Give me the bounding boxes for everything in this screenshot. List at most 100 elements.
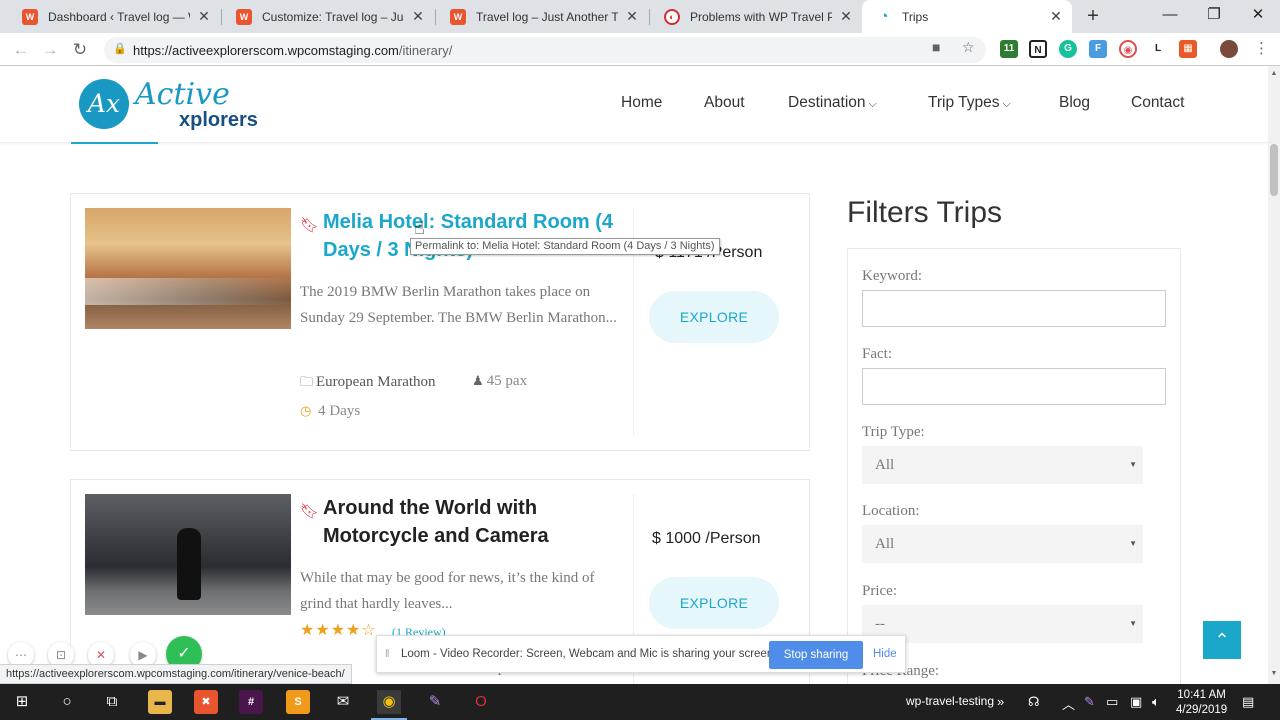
caret-down-icon: ▼ bbox=[1129, 539, 1137, 548]
pen-app-icon[interactable]: ✎ bbox=[423, 690, 447, 714]
battery-icon[interactable]: ▭ bbox=[1106, 694, 1118, 710]
trip-type-select[interactable]: All ▼ bbox=[862, 446, 1143, 484]
chevron-icon[interactable]: » bbox=[997, 694, 1004, 709]
chevron-down-icon: ⌵ bbox=[868, 98, 877, 110]
nav-label: Destination bbox=[788, 94, 866, 111]
menu-icon[interactable]: ⋮ bbox=[1254, 39, 1269, 57]
drag-handle-icon[interactable]: ‖ bbox=[385, 648, 390, 660]
extension-icon[interactable]: F bbox=[1089, 40, 1107, 58]
people-icon[interactable]: ☊ bbox=[1028, 694, 1040, 710]
clock-icon: ◷ bbox=[300, 403, 312, 418]
nav-blog[interactable]: Blog bbox=[1059, 94, 1090, 116]
trip-title-link[interactable]: Around the World with Motorcycle and Cam… bbox=[323, 494, 643, 550]
windows-start-icon[interactable]: ⊞ bbox=[10, 690, 34, 714]
site-header: Ax Active xplorers Home About Destinatio… bbox=[0, 66, 1268, 143]
taskbar-app-label[interactable]: wp-travel-testing bbox=[906, 694, 994, 708]
mail-icon[interactable]: ✉ bbox=[331, 690, 355, 714]
slack-icon[interactable]: # bbox=[239, 690, 263, 714]
site-logo[interactable]: Ax Active xplorers bbox=[79, 77, 269, 135]
trip-description: While that may be good for news, it’s th… bbox=[300, 570, 595, 612]
address-bar[interactable]: 🔒 https://activeexplorerscom.wpcomstagin… bbox=[104, 37, 986, 63]
trip-pax: ♟ 45 pax bbox=[472, 373, 527, 390]
keyword-input[interactable] bbox=[862, 290, 1166, 327]
trip-thumbnail[interactable] bbox=[85, 208, 291, 329]
tab-title: Trips bbox=[902, 9, 929, 24]
nav-destination[interactable]: Destination ⌵ bbox=[788, 94, 877, 116]
loom-sharing-bar: ‖ Loom - Video Recorder: Screen, Webcam … bbox=[376, 635, 906, 673]
tray-expand-icon[interactable]: ︿ bbox=[1062, 694, 1075, 713]
close-icon[interactable]: ✕ bbox=[838, 8, 854, 25]
minimize-button[interactable]: — bbox=[1148, 0, 1192, 33]
nav-trip-types[interactable]: Trip Types ⌵ bbox=[928, 94, 1011, 116]
tab-customize[interactable]: W Customize: Travel log – Just Another T… bbox=[222, 0, 434, 33]
reload-button[interactable]: ↻ bbox=[67, 37, 93, 63]
restore-button[interactable]: ❐ bbox=[1192, 0, 1236, 33]
notion-icon[interactable]: N bbox=[1029, 40, 1047, 58]
tab-dashboard[interactable]: W Dashboard ‹ Travel log — WordPress ✕ bbox=[8, 0, 220, 33]
page-scrollbar[interactable]: ▲ ▼ bbox=[1268, 66, 1280, 684]
scrollbar-thumb[interactable] bbox=[1270, 144, 1278, 196]
volume-icon[interactable]: 🔈︎ bbox=[1152, 694, 1160, 710]
pen-tray-icon[interactable]: ✎ bbox=[1084, 694, 1095, 710]
close-icon[interactable]: ✕ bbox=[196, 8, 212, 25]
fact-input[interactable] bbox=[862, 368, 1166, 405]
avatar[interactable] bbox=[1220, 40, 1238, 58]
chevron-down-icon: ⌵ bbox=[1002, 98, 1011, 110]
trip-type-label: Trip Type: bbox=[862, 424, 925, 440]
nav-contact[interactable]: Contact bbox=[1131, 94, 1184, 116]
trip-duration: ◷ 4 Days bbox=[300, 403, 360, 420]
category-text: European Marathon bbox=[316, 374, 436, 390]
grammarly-icon[interactable]: G bbox=[1059, 40, 1077, 58]
tab-title: Travel log – Just Another Travel bbox=[476, 9, 618, 24]
system-clock[interactable]: 10:41 AM 4/29/2019 bbox=[1176, 688, 1227, 718]
back-button[interactable]: ← bbox=[8, 37, 34, 63]
nav-home[interactable]: Home bbox=[621, 94, 662, 116]
location-select[interactable]: All ▼ bbox=[862, 525, 1143, 563]
network-icon[interactable]: ▣ bbox=[1130, 694, 1142, 710]
tab-problems[interactable]: ◐ Problems with WP Travel Pro - ✕ bbox=[650, 0, 862, 33]
scroll-up-icon[interactable]: ▲ bbox=[1270, 70, 1278, 77]
stop-sharing-button[interactable]: Stop sharing bbox=[769, 641, 863, 669]
bookmark-icon[interactable]: 🔖︎ bbox=[300, 216, 319, 234]
back-to-top-button[interactable]: ⌃ bbox=[1203, 621, 1241, 659]
trip-description: The 2019 BMW Berlin Marathon takes place… bbox=[300, 284, 617, 326]
file-explorer-icon[interactable]: ▬ bbox=[148, 690, 172, 714]
notifications-icon[interactable]: ▤ bbox=[1242, 694, 1254, 710]
extension-icon[interactable]: L bbox=[1149, 40, 1167, 58]
scroll-down-icon[interactable]: ▼ bbox=[1270, 670, 1278, 677]
keyword-label: Keyword: bbox=[862, 268, 922, 284]
price-label: Price: bbox=[862, 583, 897, 599]
new-tab-button[interactable]: + bbox=[1081, 4, 1105, 28]
trip-thumbnail[interactable] bbox=[85, 494, 291, 615]
camera-icon[interactable]: ■ bbox=[932, 39, 940, 55]
wp-travel-icon: ◐ bbox=[664, 8, 680, 25]
explore-button[interactable]: EXPLORE bbox=[649, 577, 779, 629]
explore-button[interactable]: EXPLORE bbox=[649, 291, 779, 343]
tab-title: Dashboard ‹ Travel log — WordPress bbox=[48, 9, 190, 24]
cortana-icon[interactable]: ○ bbox=[55, 690, 79, 714]
nav-about[interactable]: About bbox=[704, 94, 745, 116]
hide-button[interactable]: Hide bbox=[873, 648, 897, 660]
task-view-icon[interactable]: ⧉ bbox=[100, 690, 124, 714]
star-icon[interactable]: ☆ bbox=[962, 39, 975, 56]
sublime-icon[interactable]: S bbox=[286, 690, 310, 714]
extension-icon[interactable]: 11 bbox=[1000, 40, 1018, 58]
xampp-icon[interactable]: ✖ bbox=[194, 690, 218, 714]
close-icon[interactable]: ✕ bbox=[624, 8, 640, 25]
tab-title: Problems with WP Travel Pro - bbox=[690, 9, 832, 24]
trip-title-link[interactable]: Melia Hotel: Standard Room (4 Days / 3 N… bbox=[323, 208, 643, 264]
trip-category[interactable]: 🗀 European Marathon bbox=[300, 373, 436, 395]
forward-button[interactable]: → bbox=[37, 37, 63, 63]
extension-icon[interactable]: ◉ bbox=[1119, 40, 1137, 58]
opera-icon[interactable]: O bbox=[469, 690, 493, 714]
chrome-icon[interactable]: ◉ bbox=[371, 690, 407, 720]
select-value: All bbox=[875, 536, 895, 552]
tab-trips[interactable]: ◔ Trips ✕ bbox=[862, 0, 1072, 33]
close-icon[interactable]: ✕ bbox=[1048, 8, 1064, 25]
close-icon[interactable]: ✕ bbox=[410, 8, 426, 25]
tab-travel-log[interactable]: W Travel log – Just Another Travel ✕ bbox=[436, 0, 648, 33]
window-close-button[interactable]: ✕ bbox=[1236, 0, 1280, 33]
windows-taskbar: ⊞ ○ ⧉ ▬ ✖ # S ✉ ◉ ✎ O wp-travel-testing … bbox=[0, 684, 1280, 720]
bookmark-icon[interactable]: 🔖︎ bbox=[300, 502, 319, 520]
extension-icon[interactable]: ▦ bbox=[1179, 40, 1197, 58]
